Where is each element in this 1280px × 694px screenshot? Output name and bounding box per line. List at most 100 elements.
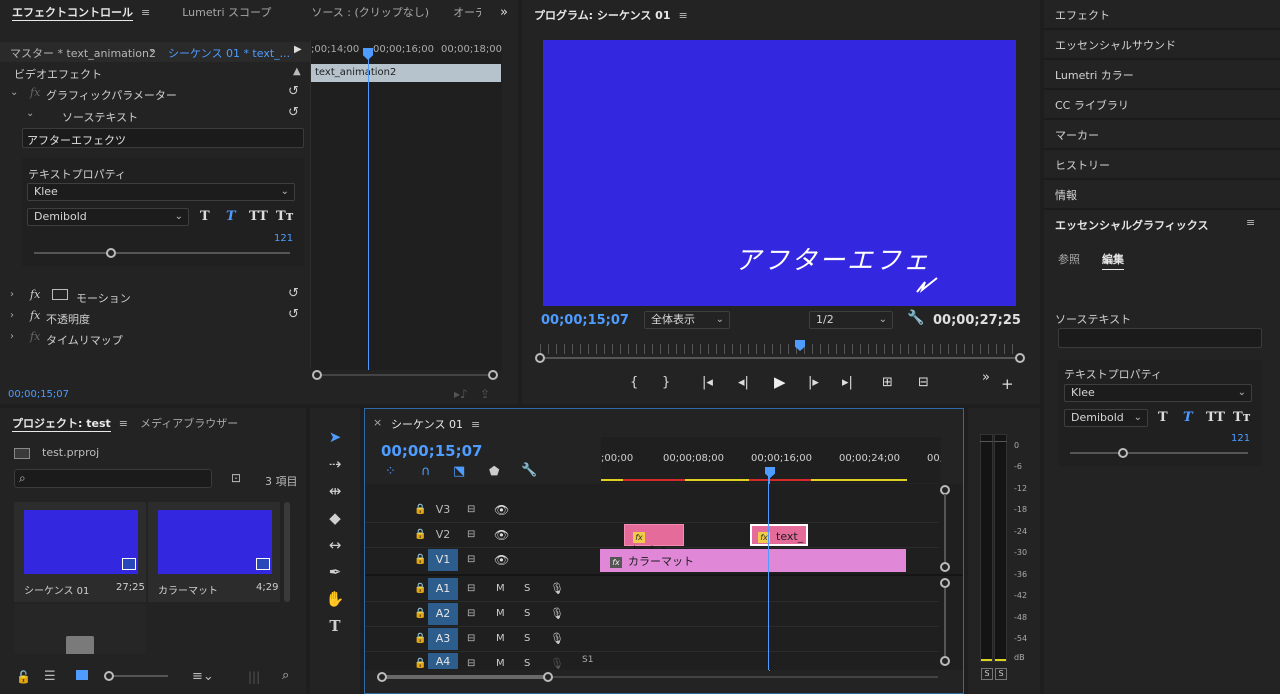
scroll-handle[interactable] bbox=[312, 370, 322, 380]
tab-source[interactable]: ソース : (クリップなし) bbox=[299, 0, 441, 26]
mark-in-button[interactable]: { bbox=[630, 375, 638, 390]
eye-icon[interactable]: 👁 bbox=[494, 553, 509, 567]
microphone-icon[interactable]: 🎙 bbox=[550, 632, 564, 645]
menu-icon[interactable]: ≡ bbox=[679, 9, 688, 22]
extract-icon[interactable]: ⊟ bbox=[918, 375, 929, 390]
track-label-a4[interactable]: A4 bbox=[428, 653, 458, 669]
eg-italic-button[interactable]: T bbox=[1183, 410, 1193, 425]
timeline-clip-text-a[interactable]: fxtext_a bbox=[624, 524, 684, 556]
play-triangle-icon[interactable]: ▶ bbox=[294, 44, 302, 55]
expand-chevron-icon[interactable]: ⌄ bbox=[10, 87, 18, 98]
tab-audio[interactable]: オーデ bbox=[441, 0, 481, 26]
h-scroll-thumb[interactable] bbox=[382, 675, 550, 679]
magnet-icon[interactable]: ∩ bbox=[421, 464, 431, 479]
mark-out-button[interactable]: } bbox=[662, 375, 670, 390]
new-bin-icon[interactable]: ⊡ bbox=[231, 471, 241, 485]
small-caps-button[interactable]: Tт bbox=[276, 209, 294, 224]
track-label-v1[interactable]: V1 bbox=[428, 549, 458, 571]
font-size-slider-knob[interactable] bbox=[106, 248, 116, 258]
close-icon[interactable]: × bbox=[373, 416, 382, 429]
master-clip-label[interactable]: マスター * text_animation2 bbox=[10, 45, 156, 61]
solo-button[interactable]: S bbox=[524, 608, 530, 619]
solo-button[interactable]: S bbox=[524, 633, 530, 644]
zoom-slider-track[interactable] bbox=[108, 675, 168, 677]
reset-icon[interactable]: ↺ bbox=[288, 105, 299, 120]
lock-icon[interactable]: 🔒 bbox=[414, 608, 426, 619]
font-select[interactable]: Klee ⌄ bbox=[27, 183, 295, 201]
play-audio-icon[interactable]: ▸♪ bbox=[454, 387, 468, 401]
project-item-card[interactable]: シーケンス 01 27;25 bbox=[14, 502, 146, 602]
panel-link-history[interactable]: ヒストリー bbox=[1055, 157, 1110, 173]
timeline-timecode[interactable]: 00;00;15;07 bbox=[381, 442, 483, 460]
list-view-icon[interactable]: ☰ bbox=[44, 669, 56, 684]
font-size-value[interactable]: 121 bbox=[274, 233, 293, 244]
project-search-input[interactable]: ⌕ bbox=[14, 469, 212, 488]
mute-button[interactable]: M bbox=[496, 608, 505, 619]
lock-icon[interactable]: 🔒 bbox=[414, 529, 426, 540]
eg-weight-select[interactable]: Demibold ⌄ bbox=[1064, 409, 1148, 427]
lock-icon[interactable]: 🔒 bbox=[414, 583, 426, 594]
panel-link-cc-libraries[interactable]: CC ライブラリ bbox=[1055, 97, 1129, 113]
tab-project[interactable]: プロジェクト: test ≡ bbox=[12, 415, 128, 432]
razor-tool-icon[interactable]: ◆ bbox=[322, 507, 348, 529]
italic-button[interactable]: T bbox=[226, 209, 236, 224]
mute-button[interactable]: M bbox=[496, 633, 505, 644]
panel-link-markers[interactable]: マーカー bbox=[1055, 127, 1099, 143]
timeline-clip-text-b[interactable]: fx text_ bbox=[750, 524, 808, 546]
step-back-icon[interactable]: ◂| bbox=[738, 375, 749, 390]
selection-tool-icon[interactable]: ➤ bbox=[322, 426, 348, 448]
solo-left-button[interactable]: S bbox=[981, 668, 993, 680]
go-to-out-icon[interactable]: ▸| bbox=[842, 375, 853, 390]
project-item-card[interactable]: カラーマット 4;29 bbox=[148, 502, 280, 602]
more-controls-icon[interactable]: » bbox=[982, 370, 990, 385]
v-scroll-track[interactable] bbox=[944, 494, 946, 562]
ripple-edit-tool-icon[interactable]: ⇹ bbox=[322, 480, 348, 502]
scrub-track[interactable] bbox=[540, 357, 1020, 359]
program-timecode[interactable]: 00;00;15;07 bbox=[541, 313, 629, 328]
h-scroll-handle[interactable] bbox=[377, 672, 387, 682]
v-scroll-handle[interactable] bbox=[940, 578, 950, 588]
solo-button[interactable]: S bbox=[524, 583, 530, 594]
panel-link-info[interactable]: 情報 bbox=[1055, 187, 1077, 203]
menu-icon[interactable]: ≡ bbox=[1246, 216, 1255, 229]
lock-icon[interactable]: 🔒 bbox=[414, 504, 426, 515]
expand-chevron-icon[interactable]: › bbox=[10, 310, 14, 321]
panel-link-essential-sound[interactable]: エッセンシャルサウンド bbox=[1055, 37, 1176, 53]
more-tabs-icon[interactable]: » bbox=[496, 0, 512, 26]
reset-icon[interactable]: ↺ bbox=[288, 286, 299, 301]
motion-transform-icon[interactable] bbox=[52, 289, 68, 300]
expand-chevron-icon[interactable]: › bbox=[10, 331, 14, 342]
timeline-title[interactable]: シーケンス 01 ≡ bbox=[391, 416, 480, 432]
lock-icon[interactable]: 🔒 bbox=[414, 658, 426, 669]
linked-selection-icon[interactable]: ⬔ bbox=[453, 464, 465, 479]
microphone-icon[interactable]: 🎙 bbox=[550, 657, 564, 670]
eg-small-caps-button[interactable]: Tт bbox=[1233, 410, 1251, 425]
microphone-icon[interactable]: 🎙 bbox=[550, 607, 564, 620]
add-button-icon[interactable]: + bbox=[1001, 375, 1014, 393]
tab-browse[interactable]: 参照 bbox=[1058, 251, 1080, 267]
eye-icon[interactable]: 👁 bbox=[494, 503, 509, 517]
type-tool-icon[interactable]: T bbox=[322, 615, 348, 637]
track-label-a2[interactable]: A2 bbox=[428, 603, 458, 625]
essential-graphics-title[interactable]: エッセンシャルグラフィックス bbox=[1055, 217, 1208, 233]
tab-edit[interactable]: 編集 bbox=[1102, 251, 1124, 270]
sort-icon[interactable]: ≡⌄ bbox=[192, 669, 214, 684]
eg-source-text-input[interactable] bbox=[1058, 328, 1262, 348]
reset-icon[interactable]: ↺ bbox=[288, 307, 299, 322]
icon-view-icon[interactable] bbox=[76, 670, 88, 680]
fit-select[interactable]: 全体表示 ⌄ bbox=[644, 311, 730, 329]
sync-icon[interactable]: ⊟ bbox=[467, 583, 475, 594]
microphone-icon[interactable]: 🎙 bbox=[550, 582, 564, 595]
project-item-card[interactable] bbox=[14, 604, 146, 654]
eg-all-caps-button[interactable]: TT bbox=[1206, 410, 1225, 425]
tab-media-browser[interactable]: メディアブラウザー bbox=[140, 415, 238, 431]
reset-icon[interactable]: ↺ bbox=[288, 84, 299, 99]
scrub-end-handle[interactable] bbox=[1015, 353, 1025, 363]
resolution-select[interactable]: 1/2 ⌄ bbox=[809, 311, 893, 329]
track-label-v2[interactable]: V2 bbox=[428, 524, 458, 546]
scrub-start-handle[interactable] bbox=[535, 353, 545, 363]
expand-chevron-icon[interactable]: ⌄ bbox=[26, 108, 34, 119]
slip-tool-icon[interactable]: ↔ bbox=[322, 534, 348, 556]
wrench-icon[interactable]: 🔧 bbox=[521, 463, 537, 478]
sync-icon[interactable]: ⊟ bbox=[467, 529, 475, 540]
